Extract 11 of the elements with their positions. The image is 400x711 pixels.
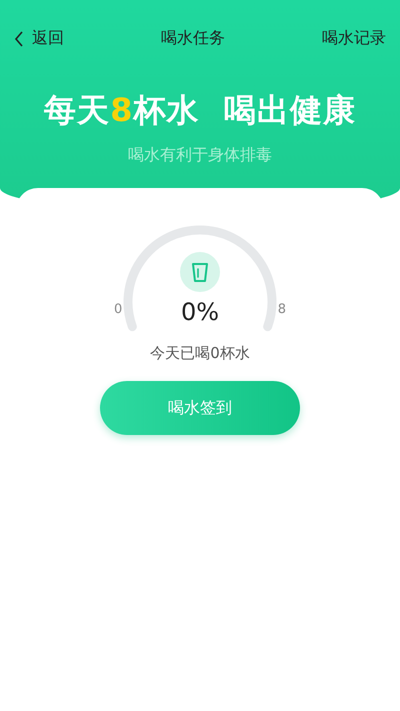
page-title: 喝水任务 bbox=[161, 28, 225, 49]
percent-value: 0% bbox=[180, 298, 220, 326]
gauge-min-label: 0 bbox=[114, 302, 122, 317]
headline: 每天8杯水 喝出健康 bbox=[44, 90, 356, 131]
subtitle: 喝水有利于身体排毒 bbox=[128, 145, 272, 166]
cup-icon bbox=[180, 252, 220, 292]
drink-status: 今天已喝0杯水 bbox=[150, 344, 250, 363]
chevron-left-icon bbox=[14, 30, 24, 46]
history-link[interactable]: 喝水记录 bbox=[322, 28, 386, 49]
gauge-max-label: 8 bbox=[278, 302, 286, 317]
back-button[interactable]: 返回 bbox=[14, 28, 64, 49]
